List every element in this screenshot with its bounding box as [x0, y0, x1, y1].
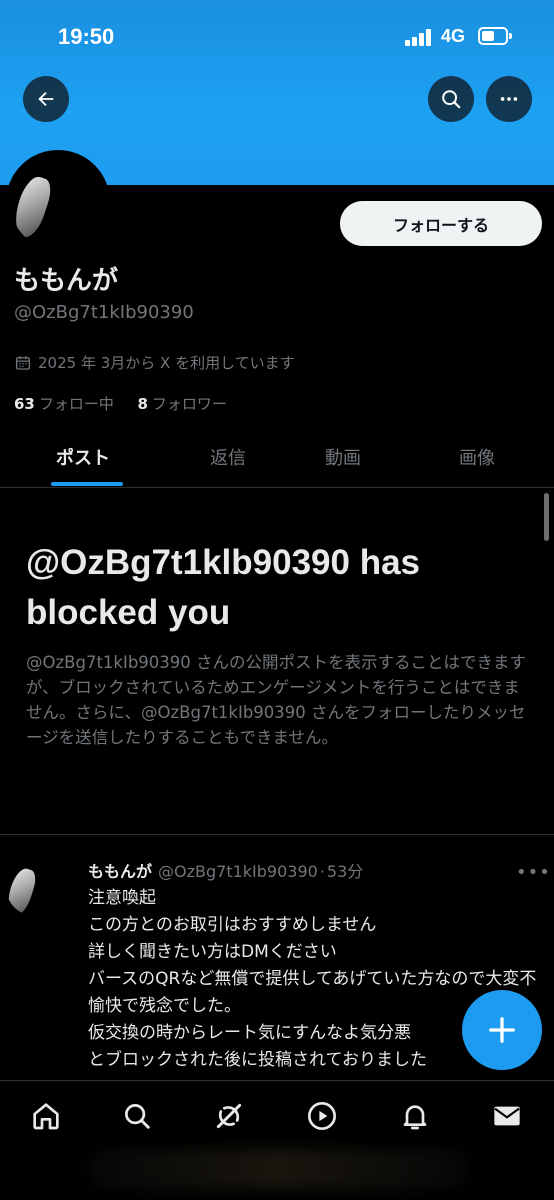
battery-icon	[478, 27, 512, 45]
profile-avatar[interactable]	[6, 150, 110, 254]
followers-label: フォロワー	[151, 395, 227, 413]
home-indicator	[88, 1149, 468, 1189]
profile-display-name: ももんが	[14, 266, 119, 296]
joined-date: 2025 年 3月から X を利用しています	[14, 352, 295, 373]
nav-grok[interactable]	[212, 1099, 246, 1133]
cellular-signal-icon	[405, 28, 435, 46]
tab-images[interactable]: 画像	[459, 444, 495, 470]
post-author-avatar[interactable]	[6, 858, 64, 916]
nav-home[interactable]	[29, 1099, 63, 1133]
search-button[interactable]	[428, 76, 474, 122]
grok-icon	[216, 1103, 242, 1129]
profile-handle: @OzBg7t1kIb90390	[14, 302, 194, 323]
more-icon: •••	[516, 862, 551, 883]
tab-posts[interactable]: ポスト	[56, 444, 110, 470]
nav-search[interactable]	[120, 1099, 154, 1133]
search-icon	[442, 90, 461, 109]
following-link[interactable]: 63 フォロー中	[14, 395, 114, 413]
followers-count: 8	[137, 395, 148, 413]
more-options-button[interactable]	[486, 76, 532, 122]
status-time: 19:50	[58, 24, 115, 49]
follow-counts: 63 フォロー中 8 フォロワー	[14, 393, 227, 414]
post-timestamp[interactable]: 53分	[327, 862, 363, 881]
compose-post-button[interactable]	[462, 990, 542, 1070]
nav-video[interactable]	[305, 1099, 339, 1133]
status-bar: 19:50 4G	[0, 0, 554, 74]
profile-tabs: ポスト 返信 動画 画像	[0, 432, 554, 488]
tab-replies[interactable]: 返信	[210, 444, 246, 470]
post-author-name[interactable]: ももんが	[88, 862, 152, 881]
post-line: 注意喚起	[88, 888, 156, 908]
post-more-button[interactable]: •••	[516, 862, 551, 883]
post-line: 詳しく聞きたい方はDMください	[88, 942, 337, 962]
arrow-left-icon	[38, 91, 54, 107]
nav-notifications[interactable]	[398, 1099, 432, 1133]
post-author-handle[interactable]: @OzBg7t1kIb90390	[158, 862, 318, 881]
calendar-icon	[15, 355, 31, 370]
mail-icon	[494, 1106, 520, 1126]
scrollbar-thumb[interactable]	[544, 493, 549, 541]
search-icon	[125, 1104, 150, 1129]
nav-messages[interactable]	[490, 1099, 524, 1133]
follow-button[interactable]: フォローする	[340, 201, 542, 246]
back-button[interactable]	[23, 76, 69, 122]
following-count: 63	[14, 395, 35, 413]
network-type: 4G	[441, 26, 466, 46]
following-label: フォロー中	[38, 395, 114, 413]
plus-icon	[489, 1017, 515, 1043]
tab-videos[interactable]: 動画	[325, 444, 361, 470]
bottom-navigation	[0, 1080, 554, 1200]
video-icon	[308, 1102, 336, 1130]
more-icon	[500, 97, 518, 101]
divider	[0, 834, 554, 835]
followers-link[interactable]: 8 フォロワー	[137, 395, 226, 413]
bell-icon	[403, 1105, 427, 1130]
blocked-description: @OzBg7t1kIb90390 さんの公開ポストを表示することはできますが、ブ…	[26, 653, 527, 747]
post-line: この方とのお取引はおすすめしません	[88, 915, 377, 935]
post-header: ももんが @OzBg7t1kIb90390 · 53分	[88, 862, 364, 881]
active-tab-indicator	[51, 482, 123, 486]
joined-text: 2025 年 3月から X を利用しています	[38, 354, 295, 372]
home-icon	[33, 1103, 59, 1130]
blocked-title: @OzBg7t1klb90390 has blocked you	[26, 543, 421, 632]
